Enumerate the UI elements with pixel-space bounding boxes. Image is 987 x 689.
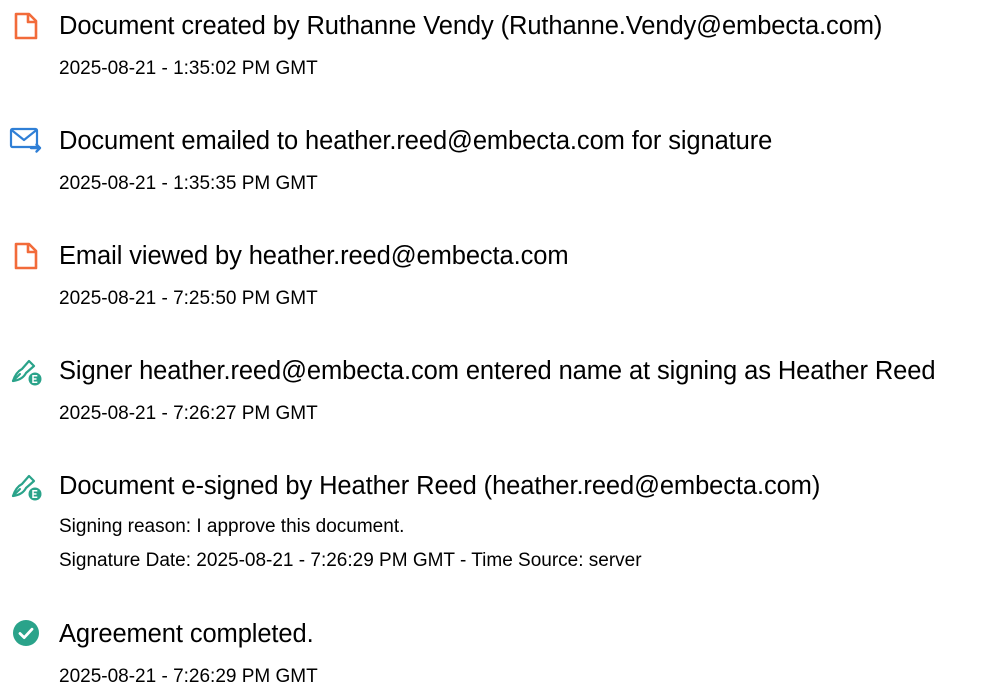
event-title: Signer heather.reed@embecta.com entered … bbox=[59, 357, 936, 385]
event-title: Document emailed to heather.reed@embecta… bbox=[59, 127, 773, 155]
event-title: Agreement completed. bbox=[59, 620, 314, 648]
signature-date: Signature Date: 2025-08-21 - 7:26:29 PM … bbox=[59, 550, 642, 571]
signing-reason: Signing reason: I approve this document. bbox=[59, 516, 405, 537]
event-timestamp: 2025-08-21 - 1:35:02 PM GMT bbox=[59, 58, 318, 79]
event-timestamp: 2025-08-21 - 7:26:27 PM GMT bbox=[59, 403, 318, 424]
email-sent-icon bbox=[9, 126, 43, 156]
document-viewed-icon bbox=[9, 241, 43, 271]
e-sign-pen-icon bbox=[9, 356, 43, 386]
e-sign-pen-icon bbox=[9, 471, 43, 501]
event-timestamp: 2025-08-21 - 1:35:35 PM GMT bbox=[59, 173, 318, 194]
check-circle-icon bbox=[9, 619, 43, 649]
event-title: Document e-signed by Heather Reed (heath… bbox=[59, 472, 821, 500]
event-title: Email viewed by heather.reed@embecta.com bbox=[59, 242, 569, 270]
document-created-icon bbox=[9, 11, 43, 41]
event-timestamp: 2025-08-21 - 7:26:29 PM GMT bbox=[59, 666, 318, 687]
event-timestamp: 2025-08-21 - 7:25:50 PM GMT bbox=[59, 288, 318, 309]
event-title: Document created by Ruthanne Vendy (Ruth… bbox=[59, 12, 883, 40]
